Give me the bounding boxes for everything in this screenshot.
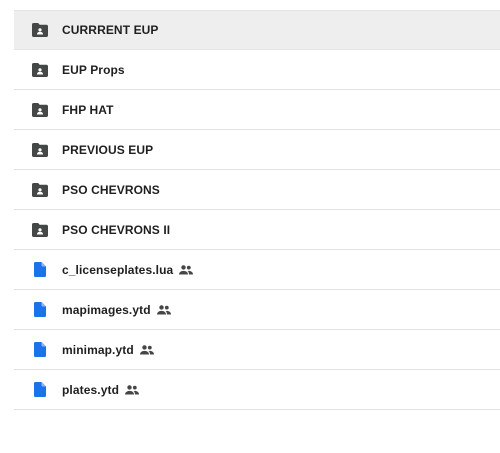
shared-folder-icon bbox=[32, 22, 48, 38]
shared-folder-icon bbox=[32, 222, 48, 238]
item-name: CURRRENT EUP bbox=[62, 23, 159, 37]
document-icon bbox=[32, 262, 48, 278]
people-icon bbox=[139, 344, 154, 355]
item-name: PSO CHEVRONS II bbox=[62, 222, 171, 237]
document-icon bbox=[32, 342, 48, 358]
item-name: EUP Props bbox=[62, 62, 125, 77]
item-name: PSO CHEVRONS bbox=[62, 182, 160, 197]
item-name: minimap.ytd bbox=[62, 342, 134, 357]
list-item-c-licenseplates-lua[interactable]: c_licenseplates.lua bbox=[14, 250, 500, 290]
shared-folder-icon bbox=[32, 102, 48, 118]
list-item-mapimages-ytd[interactable]: mapimages.ytd bbox=[14, 290, 500, 330]
list-item-minimap-ytd[interactable]: minimap.ytd bbox=[14, 330, 500, 370]
people-icon bbox=[179, 264, 194, 275]
people-icon bbox=[125, 384, 140, 395]
file-list: CURRRENT EUP EUP Props FHP HAT PREVIOUS … bbox=[14, 10, 500, 410]
item-name: FHP HAT bbox=[62, 102, 114, 117]
shared-folder-icon bbox=[32, 182, 48, 198]
list-item-pso-chevrons[interactable]: PSO CHEVRONS bbox=[14, 170, 500, 210]
shared-folder-icon bbox=[32, 142, 48, 158]
list-item-eup-props[interactable]: EUP Props bbox=[14, 50, 500, 90]
item-name: plates.ytd bbox=[62, 382, 120, 397]
list-item-previous-eup[interactable]: PREVIOUS EUP bbox=[14, 130, 500, 170]
list-item-currrent-eup[interactable]: CURRRENT EUP bbox=[14, 10, 500, 50]
item-name: PREVIOUS EUP bbox=[62, 142, 154, 157]
document-icon bbox=[32, 382, 48, 398]
list-item-pso-chevrons-ii[interactable]: PSO CHEVRONS II bbox=[14, 210, 500, 250]
shared-folder-icon bbox=[32, 62, 48, 78]
item-name: c_licenseplates.lua bbox=[62, 262, 174, 277]
item-name: mapimages.ytd bbox=[62, 302, 151, 317]
people-icon bbox=[156, 304, 171, 315]
document-icon bbox=[32, 302, 48, 318]
list-item-plates-ytd[interactable]: plates.ytd bbox=[14, 370, 500, 410]
list-item-fhp-hat[interactable]: FHP HAT bbox=[14, 90, 500, 130]
